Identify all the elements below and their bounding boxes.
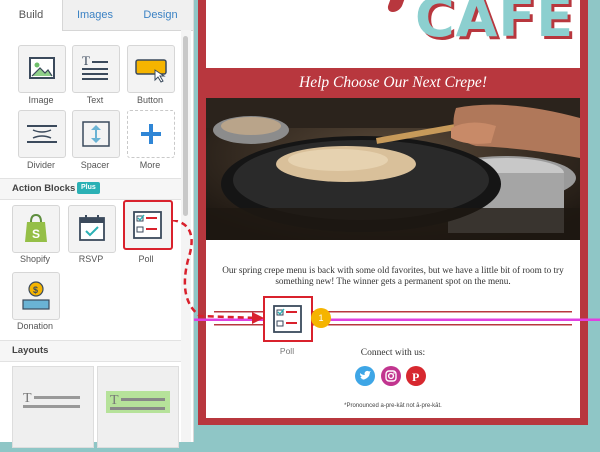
donation-icon: $: [22, 281, 50, 310]
calendar-icon: [79, 215, 105, 241]
crepe-photo[interactable]: [206, 98, 580, 240]
connect-heading: Connect with us:: [360, 348, 426, 358]
twitter-button[interactable]: [355, 366, 375, 386]
more-block[interactable]: [127, 110, 175, 158]
button-icon: [135, 59, 167, 83]
drag-arrow: [171, 220, 264, 324]
svg-text:T: T: [82, 53, 90, 68]
instagram-icon: [385, 370, 397, 382]
layout-option[interactable]: T: [97, 366, 179, 448]
tab-images[interactable]: Images: [63, 0, 127, 30]
tab-build[interactable]: Build: [0, 0, 63, 31]
spacer-block-label: Spacer: [80, 160, 110, 170]
dragged-poll-block[interactable]: [263, 296, 313, 342]
button-block-label: Button: [136, 95, 164, 105]
shopify-icon: S: [25, 213, 47, 242]
text-block[interactable]: T: [72, 45, 120, 93]
layout-text-icon: T: [23, 391, 80, 408]
layout-option[interactable]: T: [12, 366, 94, 448]
donation-block[interactable]: $: [12, 272, 60, 320]
text-block-label: Text: [86, 95, 104, 105]
headline-banner[interactable]: Help Choose Our Next Crepe!: [206, 68, 580, 98]
image-block[interactable]: [18, 45, 66, 93]
more-block-label: More: [139, 160, 161, 170]
rsvp-block[interactable]: [68, 205, 116, 253]
pinterest-icon: P: [412, 370, 419, 384]
divider-block-label: Divider: [26, 160, 55, 170]
crepe-cooking-image: [206, 98, 580, 240]
step-marker: 1: [311, 308, 331, 328]
svg-text:S: S: [32, 227, 40, 241]
pronunciation-footnote: *Pronounced a-pre-kāt not ā-pre-kāt.: [344, 403, 442, 409]
panel-tabs: Build Images Design: [0, 0, 193, 31]
spacer-block[interactable]: [72, 110, 120, 158]
divider-icon: [27, 125, 57, 143]
plus-icon: [141, 124, 161, 144]
spacer-icon: [82, 121, 110, 147]
layout-text-highlight-icon: T: [106, 391, 170, 413]
action-blocks-header: Action Blocks Plus: [0, 178, 181, 200]
svg-text:T: T: [110, 393, 119, 408]
svg-text:P: P: [412, 370, 419, 384]
poll-icon: [273, 305, 302, 333]
tab-design[interactable]: Design: [128, 0, 193, 30]
image-block-label: Image: [28, 95, 54, 105]
instagram-button[interactable]: [381, 366, 401, 386]
cafe-logo: CAFE: [415, 0, 575, 49]
image-icon: [29, 57, 55, 79]
button-block[interactable]: [127, 45, 175, 93]
rsvp-block-label: RSVP: [78, 254, 104, 264]
svg-text:T: T: [23, 391, 32, 406]
text-icon: T: [82, 53, 108, 80]
layouts-header: Layouts: [0, 340, 181, 362]
pinterest-button[interactable]: P: [406, 366, 426, 386]
action-blocks-title: Action Blocks: [12, 183, 76, 194]
divider-block[interactable]: [18, 110, 66, 158]
layouts-title: Layouts: [12, 345, 49, 356]
shopify-block-label: Shopify: [19, 254, 51, 264]
donation-block-label: Donation: [16, 321, 54, 331]
twitter-icon: [360, 370, 371, 380]
plus-badge: Plus: [77, 182, 100, 194]
svg-text:$: $: [33, 285, 38, 295]
shopify-block[interactable]: S: [12, 205, 60, 253]
